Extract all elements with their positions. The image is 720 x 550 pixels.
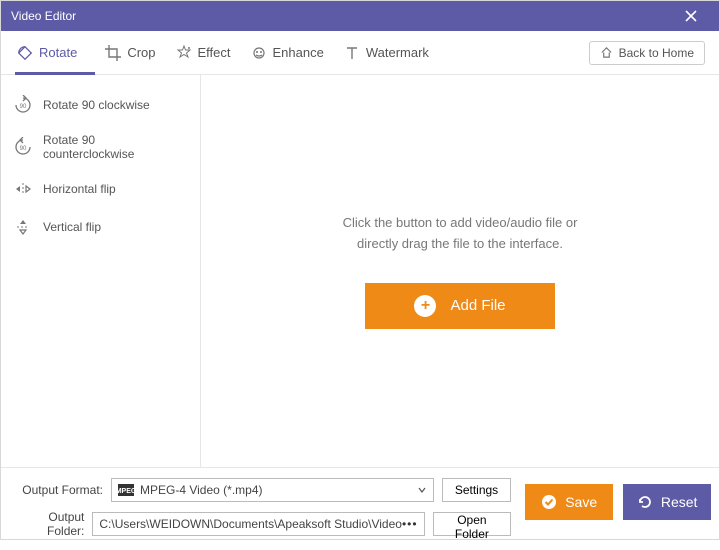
output-format-value: MPEG-4 Video (*.mp4) [140,483,263,497]
open-folder-button[interactable]: Open Folder [433,512,512,536]
dropzone-line1: Click the button to add video/audio file… [343,213,578,234]
home-icon [600,46,613,59]
output-format-select[interactable]: MPEG MPEG-4 Video (*.mp4) [111,478,434,502]
dropzone-message: Click the button to add video/audio file… [343,213,578,255]
window-title: Video Editor [11,9,76,23]
center-dropzone[interactable]: Click the button to add video/audio file… [201,75,719,467]
enhance-icon [251,45,267,61]
hflip-icon [13,179,33,199]
reset-icon [637,494,653,510]
sidebar-hflip-label: Horizontal flip [43,182,116,196]
back-to-home-button[interactable]: Back to Home [589,41,705,65]
check-circle-icon [541,494,557,510]
tab-effect[interactable]: Effect [166,31,241,74]
sidebar-rotate-ccw-label: Rotate 90 counterclockwise [43,133,188,161]
add-file-label: Add File [450,297,505,314]
output-folder-value: C:\Users\WEIDOWN\Documents\Apeaksoft Stu… [99,517,402,531]
sidebar-vflip-label: Vertical flip [43,220,101,234]
bottom-panel: Output Format: MPEG MPEG-4 Video (*.mp4)… [1,467,719,550]
output-format-label: Output Format: [15,483,103,497]
sidebar: 90 Rotate 90 clockwise 90 Rotate 90 coun… [1,75,201,467]
tab-crop[interactable]: Crop [95,31,165,74]
add-file-button[interactable]: + Add File [365,283,555,329]
titlebar: Video Editor [1,1,719,31]
sidebar-rotate-cw-label: Rotate 90 clockwise [43,98,150,112]
rotate-icon [17,45,33,61]
plus-icon: + [414,295,436,317]
vflip-icon [13,217,33,237]
output-folder-label: Output Folder: [15,510,84,538]
tab-enhance-label: Enhance [273,45,324,60]
tab-enhance[interactable]: Enhance [241,31,334,74]
output-folder-row: Output Folder: C:\Users\WEIDOWN\Document… [15,510,511,538]
sidebar-item-hflip[interactable]: Horizontal flip [11,173,190,205]
svg-text:90: 90 [20,146,27,152]
tab-effect-label: Effect [198,45,231,60]
save-label: Save [565,494,597,510]
rotate-ccw-icon: 90 [13,137,33,157]
settings-button[interactable]: Settings [442,478,511,502]
save-button[interactable]: Save [525,484,613,520]
main-area: 90 Rotate 90 clockwise 90 Rotate 90 coun… [1,75,719,467]
browse-folder-button[interactable]: ••• [402,517,418,531]
tab-watermark-label: Watermark [366,45,429,60]
output-format-row: Output Format: MPEG MPEG-4 Video (*.mp4)… [15,478,511,502]
effect-icon [176,45,192,61]
svg-text:MPEG: MPEG [118,488,134,495]
back-to-home-label: Back to Home [619,46,694,60]
toolbar: Rotate Crop Effect Enhance Watermark Bac… [1,31,719,75]
tab-rotate-label: Rotate [39,45,77,60]
reset-label: Reset [661,494,698,510]
tab-watermark[interactable]: Watermark [334,31,439,74]
chevron-down-icon [417,485,427,495]
crop-icon [105,45,121,61]
watermark-icon [344,45,360,61]
sidebar-item-rotate-ccw[interactable]: 90 Rotate 90 counterclockwise [11,127,190,167]
format-badge-icon: MPEG [118,484,134,496]
close-icon[interactable] [685,10,709,22]
svg-text:90: 90 [20,104,27,110]
tab-crop-label: Crop [127,45,155,60]
sidebar-item-rotate-cw[interactable]: 90 Rotate 90 clockwise [11,89,190,121]
sidebar-item-vflip[interactable]: Vertical flip [11,211,190,243]
reset-button[interactable]: Reset [623,484,711,520]
output-folder-input[interactable]: C:\Users\WEIDOWN\Documents\Apeaksoft Stu… [92,512,424,536]
dropzone-line2: directly drag the file to the interface. [343,234,578,255]
rotate-cw-icon: 90 [13,95,33,115]
tab-rotate[interactable]: Rotate [15,31,95,74]
